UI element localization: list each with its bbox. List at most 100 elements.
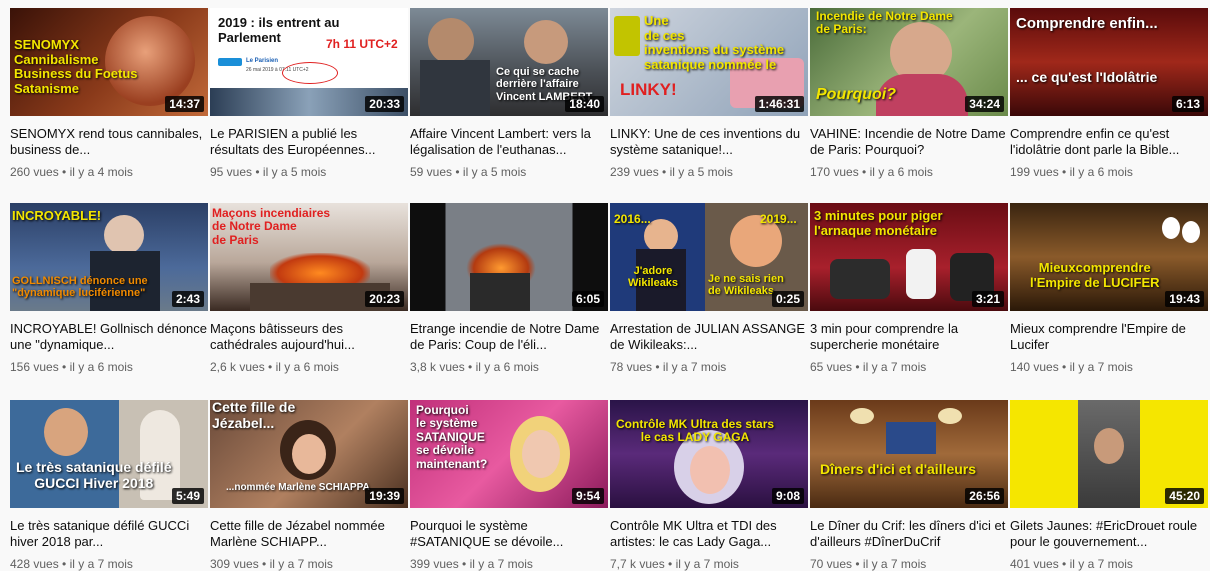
thumbnail-image bbox=[470, 273, 530, 311]
video-title[interactable]: 3 min pour comprendre la supercherie mon… bbox=[810, 321, 1008, 353]
video-card[interactable]: 6:05 Etrange incendie de Notre Dame de P… bbox=[410, 203, 608, 374]
video-thumbnail[interactable]: 2016... 2019... J'adore Wikileaks Je ne … bbox=[610, 203, 808, 311]
video-thumbnail[interactable]: Une de ces inventions du système sataniq… bbox=[610, 8, 808, 116]
view-count: 309 vues bbox=[210, 557, 259, 571]
thumbnail-overlay-year: 2019... bbox=[760, 212, 797, 226]
thumbnail-overlay-text: Incendie de Notre Dame de Paris: bbox=[816, 9, 953, 37]
duration-badge: 2:43 bbox=[171, 291, 204, 307]
upload-age: il y a 7 mois bbox=[1069, 360, 1133, 374]
video-card[interactable]: Maçons incendiaires de Notre Dame de Par… bbox=[210, 203, 408, 374]
thumbnail-image bbox=[830, 259, 890, 299]
video-thumbnail[interactable]: Mieuxcomprendre l'Empire de LUCIFER 19:4… bbox=[1010, 203, 1208, 311]
upload-age: il y a 6 mois bbox=[275, 360, 339, 374]
video-thumbnail[interactable]: 45:20 bbox=[1010, 400, 1208, 508]
video-thumbnail[interactable]: Le très satanique défilé GUCCI Hiver 201… bbox=[10, 400, 208, 508]
video-title[interactable]: Cette fille de Jézabel nommée Marlène SC… bbox=[210, 518, 408, 550]
thumbnail-image bbox=[292, 434, 326, 474]
video-thumbnail[interactable]: Contrôle MK Ultra des stars le cas LADY … bbox=[610, 400, 808, 508]
video-card[interactable]: Le très satanique défilé GUCCI Hiver 201… bbox=[10, 400, 208, 571]
video-meta: 399 vues • il y a 7 mois bbox=[410, 557, 533, 571]
video-card[interactable]: Contrôle MK Ultra des stars le cas LADY … bbox=[610, 400, 808, 571]
video-meta: 140 vues • il y a 7 mois bbox=[1010, 360, 1133, 374]
video-thumbnail[interactable]: Ce qui se cache derrière l'affaire Vince… bbox=[410, 8, 608, 116]
video-thumbnail[interactable]: Maçons incendiaires de Notre Dame de Par… bbox=[210, 203, 408, 311]
video-card[interactable]: SENOMYX Cannibalisme Business du Foetus … bbox=[10, 8, 208, 179]
thumbnail-overlay-text: Le très satanique défilé GUCCI Hiver 201… bbox=[16, 459, 172, 491]
upload-age: il y a 7 mois bbox=[469, 557, 533, 571]
video-title[interactable]: Maçons bâtisseurs des cathédrales aujour… bbox=[210, 321, 408, 353]
video-meta: 156 vues • il y a 6 mois bbox=[10, 360, 133, 374]
video-title[interactable]: LINKY: Une de ces inventions du système … bbox=[610, 126, 808, 158]
view-count: 399 vues bbox=[410, 557, 459, 571]
video-title[interactable]: Le Dîner du Crif: les dîners d'ici et d'… bbox=[810, 518, 1008, 550]
logo-icon bbox=[218, 58, 242, 66]
video-title[interactable]: Comprendre enfin ce qu'est l'idolâtrie d… bbox=[1010, 126, 1208, 158]
video-thumbnail[interactable]: Dîners d'ici et d'ailleurs 26:56 bbox=[810, 400, 1008, 508]
video-card[interactable]: 2019 : ils entrent au Parlement 7h 11 UT… bbox=[210, 8, 408, 179]
video-card[interactable]: Une de ces inventions du système sataniq… bbox=[610, 8, 808, 179]
video-title[interactable]: Gilets Jaunes: #EricDrouet roule pour le… bbox=[1010, 518, 1208, 550]
video-thumbnail[interactable]: Cette fille de Jézabel... ...nommée Marl… bbox=[210, 400, 408, 508]
duration-badge: 9:08 bbox=[771, 488, 804, 504]
video-card[interactable]: Pourquoi le système SATANIQUE se dévoile… bbox=[410, 400, 608, 571]
view-count: 59 vues bbox=[410, 165, 453, 179]
view-count: 260 vues bbox=[10, 165, 59, 179]
linky-meter-icon bbox=[614, 16, 640, 56]
video-card[interactable]: 45:20 Gilets Jaunes: #EricDrouet roule p… bbox=[1010, 400, 1208, 571]
video-title[interactable]: Pourquoi le système #SATANIQUE se dévoil… bbox=[410, 518, 608, 550]
video-meta: 199 vues • il y a 6 mois bbox=[1010, 165, 1133, 179]
eye-icon bbox=[1182, 221, 1200, 243]
video-title[interactable]: Etrange incendie de Notre Dame de Paris:… bbox=[410, 321, 608, 353]
view-count: 239 vues bbox=[610, 165, 659, 179]
view-count: 401 vues bbox=[1010, 557, 1059, 571]
thumbnail-image bbox=[522, 430, 560, 478]
video-thumbnail[interactable]: Pourquoi le système SATANIQUE se dévoile… bbox=[410, 400, 608, 508]
duration-badge: 19:43 bbox=[1165, 291, 1204, 307]
video-title[interactable]: VAHINE: Incendie de Notre Dame de Paris:… bbox=[810, 126, 1008, 158]
video-title[interactable]: Mieux comprendre l'Empire de Lucifer bbox=[1010, 321, 1208, 353]
upload-age: il y a 7 mois bbox=[69, 557, 133, 571]
video-title[interactable]: SENOMYX rend tous cannibales, business d… bbox=[10, 126, 208, 158]
view-count: 199 vues bbox=[1010, 165, 1059, 179]
video-card[interactable]: 2016... 2019... J'adore Wikileaks Je ne … bbox=[610, 203, 808, 374]
video-thumbnail[interactable]: 2019 : ils entrent au Parlement 7h 11 UT… bbox=[210, 8, 408, 116]
video-meta: 239 vues • il y a 5 mois bbox=[610, 165, 733, 179]
eye-icon bbox=[1162, 217, 1180, 239]
duration-badge: 34:24 bbox=[965, 96, 1004, 112]
video-meta: 309 vues • il y a 7 mois bbox=[210, 557, 333, 571]
video-card[interactable]: INCROYABLE! GOLLNISCH dénonce une "dynam… bbox=[10, 203, 208, 374]
duration-badge: 6:05 bbox=[571, 291, 604, 307]
video-card[interactable]: Dîners d'ici et d'ailleurs 26:56 Le Dîne… bbox=[810, 400, 1008, 571]
thumbnail-overlay-text: Maçons incendiaires de Notre Dame de Par… bbox=[212, 206, 331, 247]
duration-badge: 19:39 bbox=[365, 488, 404, 504]
video-card[interactable]: Comprendre enfin... ... ce qu'est l'Idol… bbox=[1010, 8, 1208, 179]
thumbnail-image bbox=[428, 18, 474, 64]
thumbnail-image bbox=[1094, 428, 1124, 464]
video-card[interactable]: 3 minutes pour piger l'arnaque monétaire… bbox=[810, 203, 1008, 374]
video-card[interactable]: Incendie de Notre Dame de Paris: Pourquo… bbox=[810, 8, 1008, 179]
duration-badge: 9:54 bbox=[571, 488, 604, 504]
video-title[interactable]: Le très satanique défilé GUCCi hiver 201… bbox=[10, 518, 208, 550]
video-title[interactable]: Le PARISIEN a publié les résultats des E… bbox=[210, 126, 408, 158]
video-meta: 401 vues • il y a 7 mois bbox=[1010, 557, 1133, 571]
video-card[interactable]: Cette fille de Jézabel... ...nommée Marl… bbox=[210, 400, 408, 571]
video-meta: 170 vues • il y a 6 mois bbox=[810, 165, 933, 179]
thumbnail-overlay-year: 2016... bbox=[614, 212, 651, 226]
video-title[interactable]: Arrestation de JULIAN ASSANGE de Wikilea… bbox=[610, 321, 808, 353]
video-card[interactable]: Mieuxcomprendre l'Empire de LUCIFER 19:4… bbox=[1010, 203, 1208, 374]
duration-badge: 26:56 bbox=[965, 488, 1004, 504]
video-title[interactable]: INCROYABLE! Gollnisch dénonce une "dynam… bbox=[10, 321, 208, 353]
video-thumbnail[interactable]: 6:05 bbox=[410, 203, 608, 311]
video-title[interactable]: Contrôle MK Ultra et TDI des artistes: l… bbox=[610, 518, 808, 550]
video-thumbnail[interactable]: INCROYABLE! GOLLNISCH dénonce une "dynam… bbox=[10, 203, 208, 311]
video-thumbnail[interactable]: Comprendre enfin... ... ce qu'est l'Idol… bbox=[1010, 8, 1208, 116]
video-title[interactable]: Affaire Vincent Lambert: vers la légalis… bbox=[410, 126, 608, 158]
video-thumbnail[interactable]: SENOMYX Cannibalisme Business du Foetus … bbox=[10, 8, 208, 116]
video-card[interactable]: Ce qui se cache derrière l'affaire Vince… bbox=[410, 8, 608, 179]
thumbnail-overlay-highlight: Pourquoi? bbox=[816, 86, 896, 103]
thumbnail-overlay-text: Dîners d'ici et d'ailleurs bbox=[820, 461, 977, 477]
upload-age: il y a 4 mois bbox=[69, 165, 133, 179]
video-thumbnail[interactable]: Incendie de Notre Dame de Paris: Pourquo… bbox=[810, 8, 1008, 116]
video-thumbnail[interactable]: 3 minutes pour piger l'arnaque monétaire… bbox=[810, 203, 1008, 311]
thumbnail-overlay-text: Mieuxcomprendre l'Empire de LUCIFER bbox=[1030, 260, 1160, 290]
